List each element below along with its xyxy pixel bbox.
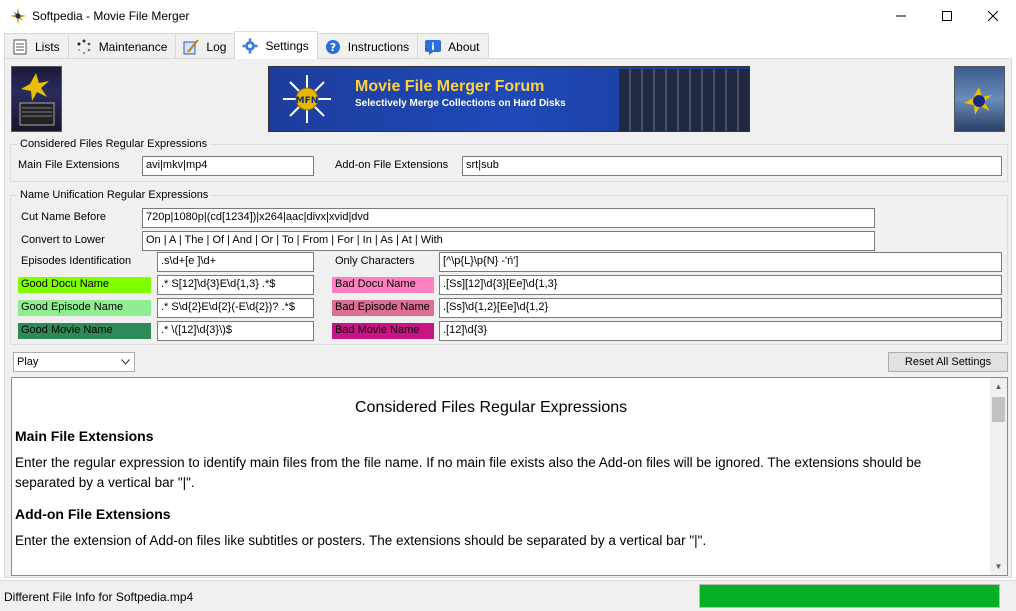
good-docu-input[interactable]: .* S[12]\d{3}E\d{1,3} .*$ (157, 275, 314, 295)
scroll-up-arrow-icon[interactable]: ▲ (990, 378, 1007, 395)
svg-text:?: ? (330, 41, 336, 54)
svg-text:MFN: MFN (296, 96, 319, 106)
maximize-button[interactable] (924, 0, 970, 31)
scroll-down-arrow-icon[interactable]: ▼ (990, 558, 1007, 575)
app-star-icon (10, 7, 26, 24)
status-bar: Different File Info for Softpedia.mp4 (0, 580, 1016, 611)
tab-maintenance-label: Maintenance (98, 39, 168, 54)
close-button[interactable] (970, 0, 1016, 31)
tab-lists[interactable]: Lists (4, 33, 69, 59)
dvd-cover-logo (954, 66, 1005, 132)
bad-episode-color-label[interactable]: Bad Episode Name (332, 300, 434, 316)
help-scrollbar[interactable]: ▲ ▼ (990, 378, 1007, 575)
pen-notebook-icon (182, 38, 200, 56)
bad-movie-color-label[interactable]: Bad Movie Name (332, 323, 434, 339)
tab-lists-label: Lists (35, 39, 60, 54)
movie-clapper-logo (11, 66, 62, 132)
banner-subtitle: Selectively Merge Collections on Hard Di… (355, 98, 566, 109)
tab-log-label: Log (206, 39, 227, 54)
help-heading-addon: Add-on File Extensions (15, 506, 171, 522)
episodes-id-label: Episodes Identification (21, 255, 132, 267)
play-select[interactable]: Play (13, 352, 135, 372)
tab-instructions-label: Instructions (347, 39, 410, 54)
help-paragraph-main: Enter the regular expression to identify… (15, 455, 922, 490)
good-docu-color-label[interactable]: Good Docu Name (18, 277, 151, 293)
film-strip-graphic (619, 69, 749, 131)
bad-docu-color-label[interactable]: Bad Docu Name (332, 277, 434, 293)
only-characters-input[interactable]: [^\p{L}\p{N} -'ń'] (439, 252, 1002, 272)
good-movie-input[interactable]: .* \([12]\d{3}\)$ (157, 321, 314, 341)
banner-title: Movie File Merger Forum (355, 78, 545, 95)
help-paragraph-addon: Enter the extension of Add-on files like… (15, 533, 707, 548)
only-characters-label: Only Characters (335, 255, 415, 267)
good-episode-input[interactable]: .* S\d{2}E\d{2}(-E\d{2})? .*$ (157, 298, 314, 318)
minimize-button[interactable] (878, 0, 924, 31)
cut-name-label: Cut Name Before (21, 211, 106, 223)
tab-about[interactable]: i About (417, 33, 489, 59)
forum-banner[interactable]: MFN Movie File Merger Forum Selectively … (268, 66, 750, 132)
name-unification-legend: Name Unification Regular Expressions (17, 189, 212, 201)
good-episode-color-label[interactable]: Good Episode Name (18, 300, 151, 316)
scrollbar-thumb[interactable] (992, 397, 1005, 422)
main-extensions-input[interactable]: avi|mkv|mp4 (142, 156, 314, 176)
window-title: Softpedia - Movie File Merger (32, 8, 190, 23)
bad-docu-input[interactable]: .[Ss][12]\d{3}[Ee]\d{1,3} (439, 275, 1002, 295)
settings-panel: MFN Movie File Merger Forum Selectively … (4, 58, 1012, 578)
help-title: Considered Files Regular Expressions (355, 399, 628, 416)
play-select-value: Play (17, 356, 39, 368)
convert-lower-input[interactable]: On | A | The | Of | And | Or | To | From… (142, 231, 875, 251)
main-tabs: Lists Maintenance Log Settings ? Instruc… (4, 31, 489, 59)
help-heading-main: Main File Extensions (15, 428, 154, 444)
document-list-icon (11, 38, 29, 56)
info-icon: i (424, 38, 442, 56)
good-movie-color-label[interactable]: Good Movie Name (18, 323, 151, 339)
title-bar: Softpedia - Movie File Merger (0, 0, 1016, 31)
tab-about-label: About (448, 39, 480, 54)
tab-log[interactable]: Log (175, 33, 236, 59)
considered-files-legend: Considered Files Regular Expressions (17, 138, 211, 150)
reset-all-settings-button[interactable]: Reset All Settings (888, 352, 1008, 372)
bad-movie-input[interactable]: .[12]\d{3} (439, 321, 1002, 341)
episodes-id-input[interactable]: .s\d+[e ]\d+ (157, 252, 314, 272)
help-text-area[interactable]: Considered Files Regular Expressions Mai… (11, 377, 1008, 576)
progress-fill (700, 585, 999, 607)
addon-extensions-input[interactable]: srt|sub (462, 156, 1002, 176)
tab-settings-label: Settings (265, 38, 309, 53)
svg-text:i: i (431, 42, 434, 53)
cut-name-input[interactable]: 720p|1080p|(cd[1234])|x264|aac|divx|xvid… (142, 208, 875, 228)
question-icon: ? (324, 38, 342, 56)
spinner-dots-icon (75, 38, 93, 56)
banner-star-logo: MFN (283, 75, 331, 123)
tab-settings[interactable]: Settings (234, 31, 318, 59)
progress-bar (699, 584, 1000, 608)
tab-maintenance[interactable]: Maintenance (67, 33, 177, 59)
main-extensions-label: Main File Extensions (18, 159, 120, 171)
bad-episode-input[interactable]: .[Ss]\d{1,2}[Ee]\d{1,2} (439, 298, 1002, 318)
status-text: Different File Info for Softpedia.mp4 (4, 590, 194, 604)
gear-icon (241, 37, 259, 55)
chevron-down-icon[interactable] (116, 353, 134, 371)
tab-instructions[interactable]: ? Instructions (316, 33, 419, 59)
addon-extensions-label: Add-on File Extensions (335, 159, 449, 171)
convert-lower-label: Convert to Lower (21, 234, 105, 246)
